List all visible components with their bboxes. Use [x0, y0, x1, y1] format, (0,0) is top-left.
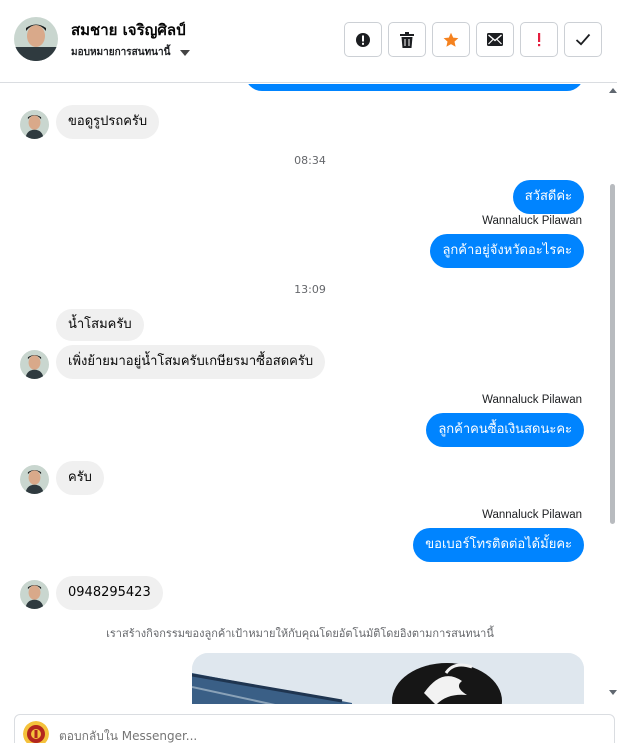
- page-avatar: [23, 721, 49, 743]
- outgoing-message[interactable]: ลูกค้าคนซื้อเงินสดนะคะ: [426, 413, 584, 447]
- caret-down-icon: [180, 49, 191, 56]
- sender-name: Wannaluck Pilawan: [482, 215, 582, 227]
- mark-done-button[interactable]: [564, 22, 602, 57]
- incoming-message[interactable]: เพิ่งย้ายมาอยู่น้ำโสมครับเกษียรมาซื้อสดค…: [56, 345, 326, 379]
- incoming-message[interactable]: น้ำโสมครับ: [56, 309, 144, 341]
- envelope-icon: [487, 33, 503, 46]
- contact-avatar-small: [20, 350, 49, 379]
- conversation-header: สมชาย เจริญศิลป์ มอบหมายการสนทนานี้: [0, 0, 617, 83]
- scroll-up-arrow-icon[interactable]: [609, 88, 617, 93]
- person-avatar-icon: [20, 110, 49, 139]
- timestamp: 08:34: [294, 154, 326, 167]
- star-icon: [443, 32, 459, 47]
- assign-label: มอบหมายการสนทนานี้: [71, 47, 171, 58]
- thread-scrollbar[interactable]: [606, 84, 617, 704]
- contact-avatar[interactable]: [14, 17, 58, 61]
- trash-icon: [400, 31, 414, 48]
- outgoing-message[interactable]: ลูกค้าอยู่จังหวัดอะไรคะ: [430, 234, 584, 268]
- outgoing-message-clipped[interactable]: [245, 84, 584, 91]
- incoming-message[interactable]: ครับ: [56, 461, 104, 495]
- scroll-thumb[interactable]: [610, 184, 615, 524]
- incoming-message[interactable]: ขอดูรูปรถครับ: [56, 105, 160, 139]
- message-thread[interactable]: ขอดูรูปรถครับ 08:34 สวัสดีค่ะ Wannaluck …: [0, 84, 605, 704]
- mark-unread-button[interactable]: [476, 22, 514, 57]
- reply-composer[interactable]: [14, 714, 615, 743]
- person-avatar-icon: [20, 465, 49, 494]
- sender-name: Wannaluck Pilawan: [482, 394, 582, 406]
- page-logo-icon: [23, 721, 49, 743]
- person-avatar-icon: [20, 580, 49, 609]
- contact-avatar-small: [20, 465, 49, 494]
- incoming-message[interactable]: 0948295423: [56, 576, 163, 610]
- contact-avatar-small: [20, 580, 49, 609]
- timestamp: 13:09: [294, 283, 326, 296]
- person-avatar-icon: [14, 17, 58, 61]
- alert-circle-icon: [356, 32, 370, 47]
- delete-button[interactable]: [388, 22, 426, 57]
- contact-name[interactable]: สมชาย เจริญศิลป์: [71, 18, 186, 42]
- assign-conversation-dropdown[interactable]: มอบหมายการสนทนานี้: [71, 45, 191, 60]
- system-note: เราสร้างกิจกรรมของลูกค้าเป้าหมายให้กับคุ…: [106, 627, 494, 640]
- conversation-toolbar: [344, 22, 602, 57]
- exclamation-icon: [538, 32, 541, 46]
- reply-input[interactable]: [59, 729, 599, 743]
- dealership-photo-icon: [192, 653, 584, 704]
- scroll-down-arrow-icon[interactable]: [609, 690, 617, 695]
- outgoing-message[interactable]: ขอเบอร์โทรติดต่อได้มั้ยคะ: [413, 528, 584, 562]
- contact-avatar-small: [20, 110, 49, 139]
- outgoing-message[interactable]: สวัสดีค่ะ: [512, 180, 584, 214]
- person-avatar-icon: [20, 350, 49, 379]
- star-button[interactable]: [432, 22, 470, 57]
- follow-up-button[interactable]: [520, 22, 558, 57]
- sender-name: Wannaluck Pilawan: [482, 509, 582, 521]
- checkmark-icon: [575, 33, 591, 46]
- report-button[interactable]: [344, 22, 382, 57]
- shared-image-attachment[interactable]: [192, 653, 584, 704]
